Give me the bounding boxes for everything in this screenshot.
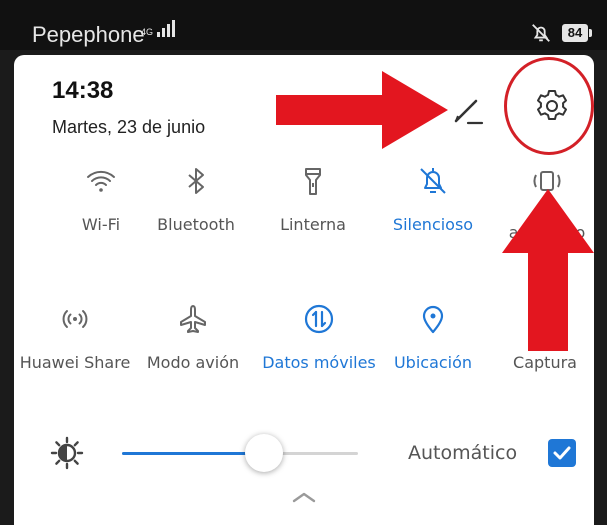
clock-date: Martes, 23 de junio xyxy=(52,117,206,137)
brightness-slider-fill xyxy=(122,452,264,455)
tile-datos-moviles[interactable]: Datos móviles xyxy=(260,303,378,372)
settings-gear-icon[interactable] xyxy=(534,87,570,123)
checkmark-icon xyxy=(553,446,571,460)
auto-brightness-checkbox[interactable] xyxy=(548,439,576,467)
signal-bars xyxy=(157,20,176,37)
tile-label: Bluetooth xyxy=(157,215,235,234)
tile-label: Linterna xyxy=(280,215,346,234)
tile-label: Silencioso xyxy=(392,215,474,234)
screen: Pepephone 4G 84 14:38 Martes, 23 de juni… xyxy=(0,0,607,525)
tile-label: Captura xyxy=(513,353,577,372)
location-icon xyxy=(422,305,444,334)
bluetooth-icon xyxy=(188,168,204,194)
signal-icon: 4G xyxy=(141,20,176,37)
flashlight-icon xyxy=(305,168,321,195)
tile-wifi[interactable]: Wi-Fi xyxy=(46,165,156,234)
brightness-slider[interactable] xyxy=(122,434,358,472)
brightness-slider-thumb[interactable] xyxy=(245,434,283,472)
network-type-label: 4G xyxy=(141,27,154,37)
airplane-icon xyxy=(180,305,206,333)
brightness-icon xyxy=(50,436,84,470)
annotation-arrow-right xyxy=(276,71,448,149)
brightness-row: Automático xyxy=(14,430,594,480)
tile-modo-avion[interactable]: Modo avión xyxy=(138,303,248,372)
annotation-arrow-up xyxy=(502,189,594,351)
tile-label: Huawei Share xyxy=(19,353,131,372)
carrier-name: Pepephone xyxy=(32,22,145,47)
tile-label: Datos móviles xyxy=(262,353,376,372)
tile-ubicacion[interactable]: Ubicación xyxy=(378,303,488,372)
battery-icon: 84 xyxy=(562,24,592,42)
wifi-icon xyxy=(87,170,115,192)
do-not-disturb-icon xyxy=(532,24,550,42)
chevron-up-icon[interactable] xyxy=(286,487,322,507)
tile-label: Ubicación xyxy=(393,353,473,372)
tile-label: Wi-Fi xyxy=(81,215,121,234)
tile-huawei-share[interactable]: Huawei Share xyxy=(14,303,136,372)
tile-linterna[interactable]: Linterna xyxy=(258,165,368,234)
tile-silencioso[interactable]: Silencioso xyxy=(378,165,488,234)
tile-bluetooth[interactable]: Bluetooth xyxy=(141,165,251,234)
auto-brightness-label: Automático xyxy=(408,442,518,464)
mobile-data-icon xyxy=(304,304,334,334)
bell-off-icon xyxy=(420,168,446,194)
battery-level: 84 xyxy=(567,25,583,40)
tile-label: Modo avión xyxy=(146,353,240,372)
clock-time: 14:38 xyxy=(52,77,114,104)
huawei-share-icon xyxy=(62,310,88,328)
status-bar: Pepephone 4G 84 xyxy=(0,0,607,50)
